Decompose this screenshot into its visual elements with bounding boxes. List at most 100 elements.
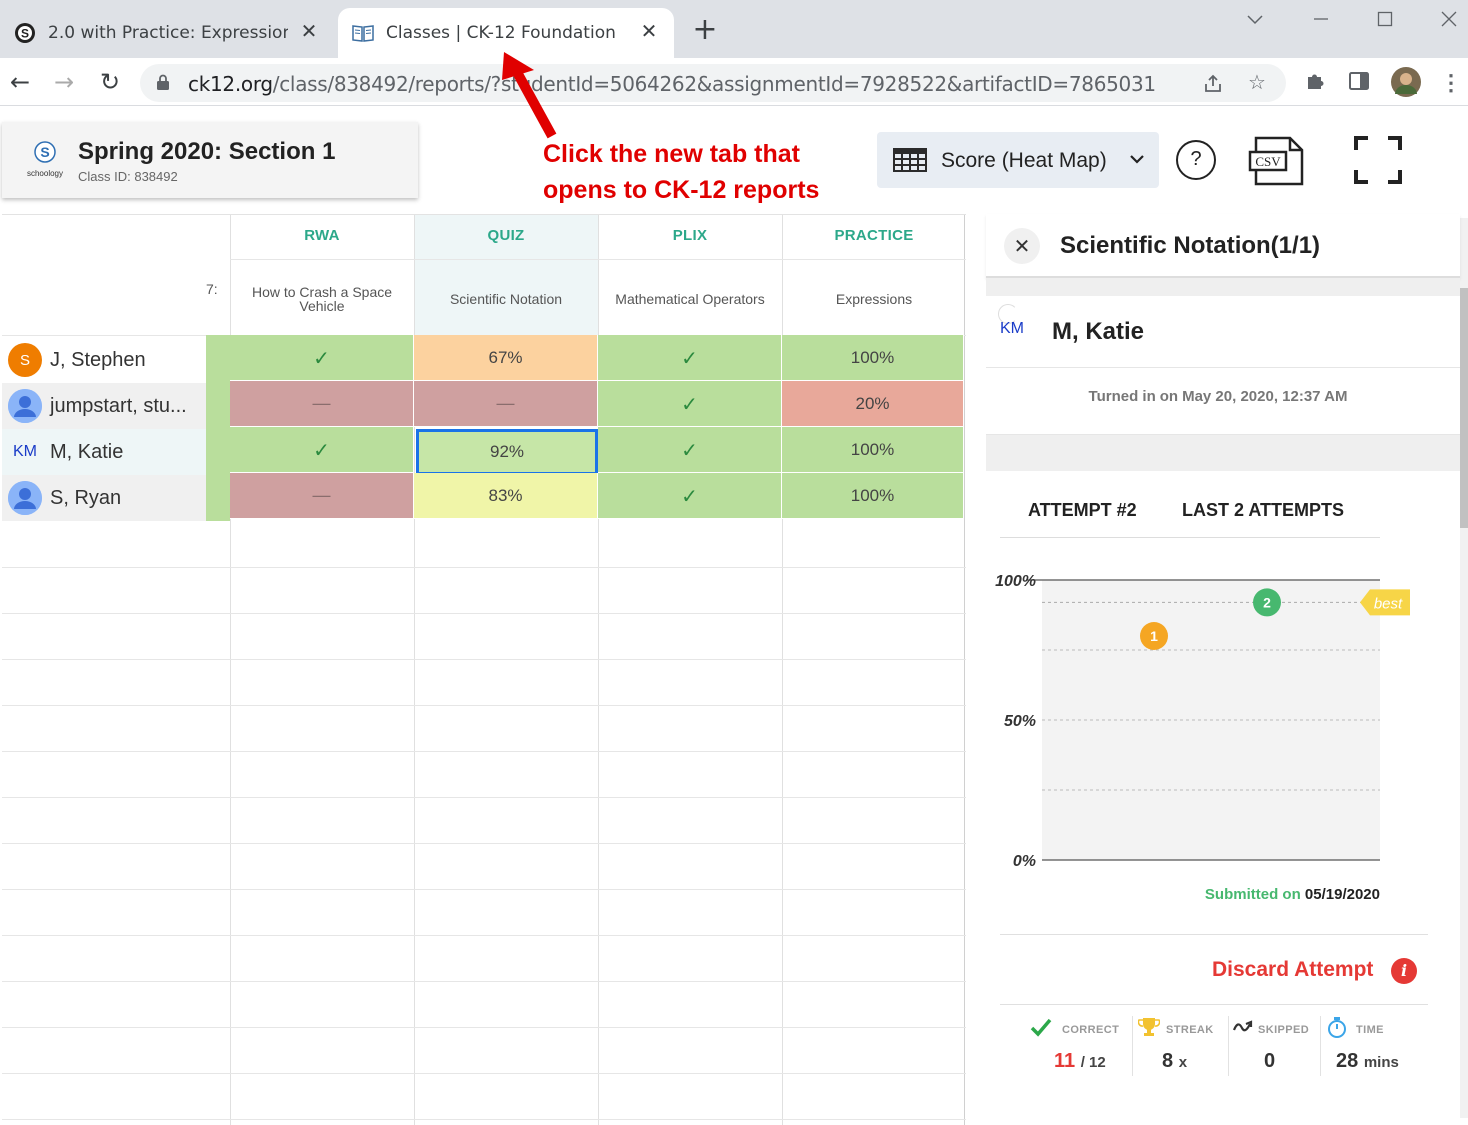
turned-in-info: Turned in on May 20, 2020, 12:37 AM xyxy=(1088,388,1348,405)
info-icon[interactable]: i xyxy=(1391,958,1417,984)
score-cell[interactable]: 67% xyxy=(414,335,598,381)
avatar: KM xyxy=(1000,320,1024,337)
score-cell[interactable]: ✓ xyxy=(230,427,414,473)
class-id: Class ID: 838492 xyxy=(78,169,178,184)
score-cell[interactable]: ✓ xyxy=(598,473,782,519)
panel-scrollbar[interactable] xyxy=(1460,218,1468,1118)
share-icon[interactable] xyxy=(1200,70,1226,96)
checkmark-icon xyxy=(1030,1018,1052,1037)
attempt-score-chart: 100% 50% 0% best 1 2 xyxy=(995,573,1410,870)
lock-icon xyxy=(157,74,169,90)
fullscreen-icon[interactable] xyxy=(1354,136,1402,184)
report-grid: 7: RWA QUIZ PLIX PRACTICE How to Crash a… xyxy=(2,214,966,1125)
csv-download-icon[interactable]: CSV xyxy=(1248,136,1306,186)
tab-attempt-2[interactable]: ATTEMPT #2 xyxy=(1028,500,1137,521)
class-card[interactable]: Sschoology Spring 2020: Section 1 Class … xyxy=(2,122,418,198)
score-cell[interactable]: — xyxy=(230,381,414,427)
close-icon[interactable]: ✕ xyxy=(1004,228,1040,264)
panel-header: ✕ Scientific Notation(1/1) xyxy=(986,214,1460,278)
annotation-arrow-icon xyxy=(502,52,557,139)
browser-tab-schoology[interactable]: S 2.0 with Practice: Expressions | Sc ✕ xyxy=(0,8,334,58)
stopwatch-icon xyxy=(1328,1017,1346,1038)
student-row-m-katie[interactable]: KM M, Katie xyxy=(2,429,206,475)
clipped-column-header: 7: xyxy=(206,281,218,297)
tab-search-chevron-icon[interactable] xyxy=(1240,6,1270,32)
score-cell[interactable]: 20% xyxy=(782,381,964,427)
trophy-icon xyxy=(1138,1018,1160,1036)
tab-title: Classes | CK-12 Foundation xyxy=(386,23,616,43)
score-cell[interactable]: ✓ xyxy=(230,335,414,381)
svg-text:S: S xyxy=(40,144,49,160)
help-button[interactable]: ? xyxy=(1176,140,1216,180)
score-cell[interactable]: 100% xyxy=(782,335,964,381)
score-cell-selected[interactable]: 92% xyxy=(416,429,598,475)
window-close-icon[interactable] xyxy=(1434,6,1464,32)
user-icon xyxy=(8,481,42,515)
bookmark-star-icon[interactable]: ☆ xyxy=(1244,70,1270,96)
close-icon[interactable]: ✕ xyxy=(298,20,320,42)
book-icon xyxy=(352,22,374,44)
browser-tab-strip: S 2.0 with Practice: Expressions | Sc ✕ … xyxy=(0,0,1468,58)
new-tab-button[interactable]: + xyxy=(690,15,720,46)
chevron-down-icon xyxy=(1130,155,1144,164)
column-header-rwa[interactable]: How to Crash a Space Vehicle xyxy=(238,279,406,319)
browser-tab-ck12[interactable]: Classes | CK-12 Foundation ✕ xyxy=(338,8,674,58)
panel-title: Scientific Notation(1/1) xyxy=(1060,232,1321,259)
extensions-puzzle-icon[interactable] xyxy=(1302,70,1328,96)
avatar: KM xyxy=(13,443,37,460)
skip-arrow-icon xyxy=(1232,1020,1253,1032)
reload-icon[interactable]: ↻ xyxy=(94,66,126,98)
y-tick-label: 100% xyxy=(995,573,1036,590)
y-tick-label: 0% xyxy=(1013,853,1036,870)
browser-toolbar: ← → ↻ ck12.org/class/838492/reports/?stu… xyxy=(0,58,1468,106)
avatar: S xyxy=(8,343,42,377)
kebab-menu-icon[interactable]: ⋮ xyxy=(1438,70,1464,96)
student-row-j-stephen[interactable]: S J, Stephen xyxy=(2,337,206,383)
side-panel-icon[interactable] xyxy=(1346,70,1372,96)
attempt-detail-panel: ✕ Scientific Notation(1/1) KM M, Katie T… xyxy=(986,214,1468,1125)
score-cell[interactable]: 100% xyxy=(782,427,964,473)
profile-avatar[interactable] xyxy=(1390,66,1422,98)
student-name: S, Ryan xyxy=(50,486,122,509)
column-type-quiz: QUIZ xyxy=(487,227,525,244)
schoology-icon: S xyxy=(14,22,36,44)
best-label: best xyxy=(1374,595,1403,612)
forward-arrow-icon[interactable]: → xyxy=(48,66,80,98)
student-row-s-ryan[interactable]: S, Ryan xyxy=(2,475,206,521)
column-type-rwa: RWA xyxy=(304,227,340,244)
attempt-tabs: ATTEMPT #2 LAST 2 ATTEMPTS xyxy=(1000,488,1380,538)
y-tick-label: 50% xyxy=(1004,713,1036,730)
tab-last-2-attempts[interactable]: LAST 2 ATTEMPTS xyxy=(1182,500,1344,521)
svg-text:CSV: CSV xyxy=(1255,154,1281,169)
score-cell[interactable]: ✓ xyxy=(598,381,782,427)
score-cell[interactable]: — xyxy=(414,381,598,427)
submitted-info: Submitted on 05/19/2020 xyxy=(1204,886,1380,903)
column-type-plix: PLIX xyxy=(672,227,708,244)
student-row-jumpstart[interactable]: jumpstart, stu... xyxy=(2,383,206,429)
student-name: J, Stephen xyxy=(50,348,146,371)
student-name: jumpstart, stu... xyxy=(50,394,187,417)
minimize-icon[interactable] xyxy=(1306,6,1336,32)
discard-attempt-button[interactable]: Discard Attempt xyxy=(1212,958,1373,982)
panel-student: KM M, Katie xyxy=(986,296,1460,368)
user-icon xyxy=(8,389,42,423)
student-name: M, Katie xyxy=(1052,318,1145,345)
address-bar[interactable]: ck12.org/class/838492/reports/?studentId… xyxy=(140,64,1286,102)
view-mode-select[interactable]: Score (Heat Map) xyxy=(877,132,1159,188)
score-cell[interactable]: 83% xyxy=(414,473,598,519)
column-header-plix[interactable]: Mathematical Operators xyxy=(598,279,782,319)
tab-title: 2.0 with Practice: Expressions | Sc xyxy=(48,23,288,43)
close-icon[interactable]: ✕ xyxy=(638,20,660,42)
url-text: ck12.org/class/838492/reports/?studentId… xyxy=(188,72,1156,96)
column-header-quiz[interactable]: Scientific Notation xyxy=(414,279,598,319)
attempt-point-label: 2 xyxy=(1263,594,1271,610)
score-cell[interactable]: 100% xyxy=(782,473,964,519)
back-arrow-icon[interactable]: ← xyxy=(4,66,36,98)
score-cell[interactable]: — xyxy=(230,473,414,519)
heatmap-grid-icon xyxy=(893,148,927,172)
score-cell[interactable]: ✓ xyxy=(598,427,782,473)
score-cell[interactable]: ✓ xyxy=(598,335,782,381)
tutorial-annotation: Click the new tab that opens to CK-12 re… xyxy=(543,140,820,204)
column-header-practice[interactable]: Expressions xyxy=(782,279,966,319)
maximize-icon[interactable] xyxy=(1370,6,1400,32)
